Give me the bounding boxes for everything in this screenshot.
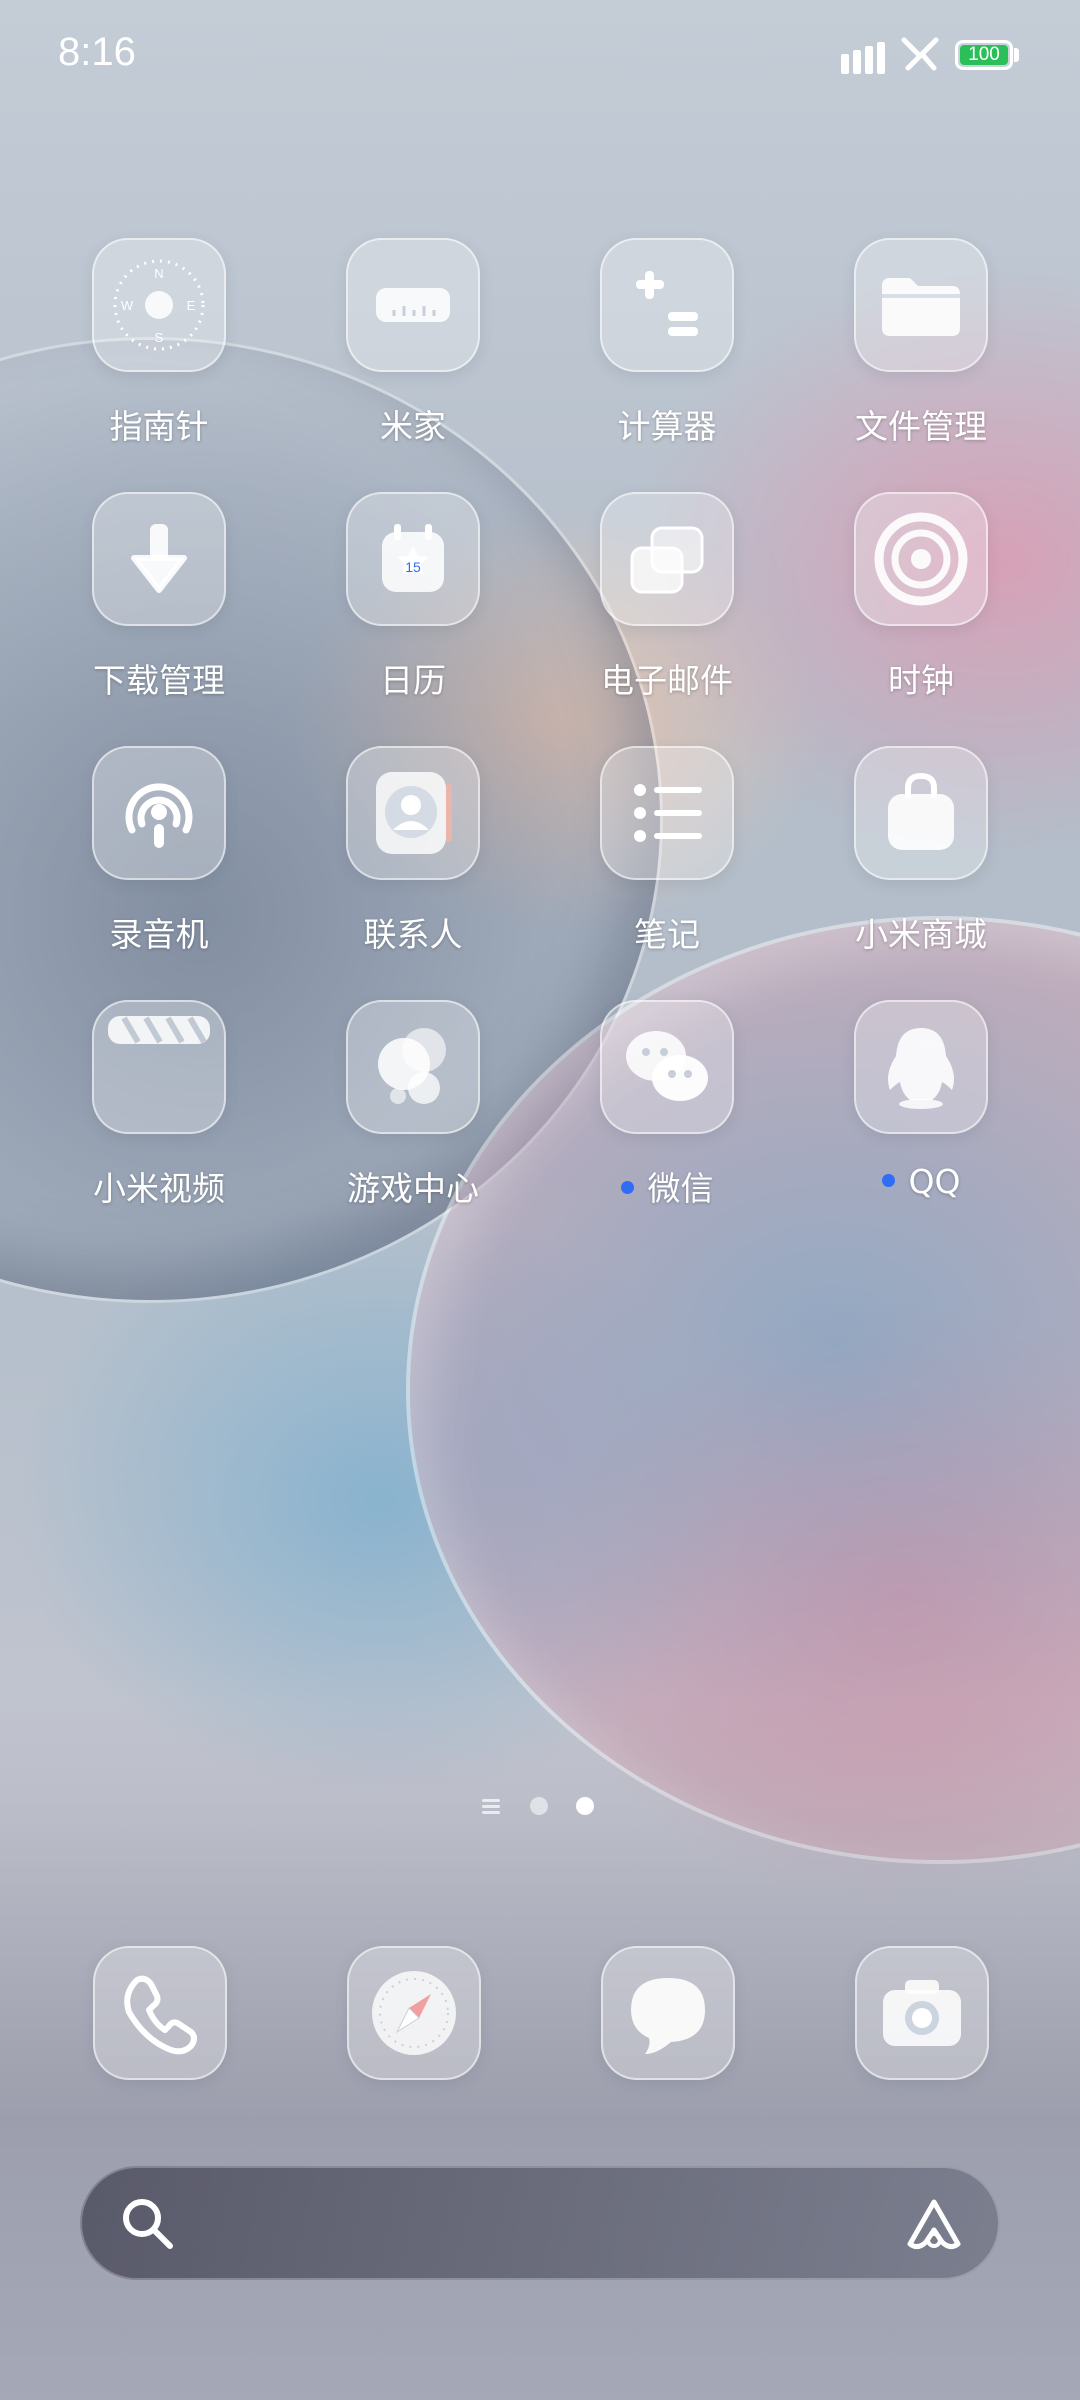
calendar-date: 15 (405, 559, 421, 575)
compass-icon: N S W E (92, 238, 226, 372)
app-label: 计算器 (617, 407, 717, 446)
battery-cap (1014, 48, 1019, 62)
app-label: 联系人 (363, 915, 463, 954)
search-bar[interactable] (80, 2166, 1000, 2280)
new-install-dot (881, 1174, 895, 1187)
browser-icon (347, 1946, 481, 2080)
app-recorder[interactable]: 录音机 (49, 746, 269, 976)
status-bar: 8:16 100 (0, 0, 1080, 110)
recorder-icon (92, 746, 226, 880)
app-compass[interactable]: N S W E 指南针 (49, 238, 269, 468)
page-list-icon (482, 1799, 500, 1814)
app-calculator[interactable]: 计算器 (557, 238, 777, 468)
app-mi-store[interactable]: 小米商城 (811, 746, 1031, 976)
app-qq[interactable]: QQ (811, 1000, 1031, 1230)
page-indicator[interactable] (480, 1796, 600, 1820)
app-label: 游戏中心 (347, 1169, 479, 1208)
app-email[interactable]: 电子邮件 (557, 492, 777, 722)
app-label: 下载管理 (93, 661, 225, 700)
app-label: 文件管理 (855, 407, 987, 446)
contacts-icon (346, 746, 480, 880)
app-label: 微信 (557, 1162, 777, 1210)
app-game-center[interactable]: 游戏中心 (303, 1000, 523, 1230)
app-download-manager[interactable]: 下载管理 (49, 492, 269, 722)
email-icon (600, 492, 734, 626)
battery-level: 100 (968, 44, 1000, 65)
app-file-manager[interactable]: 文件管理 (811, 238, 1031, 468)
app-label: QQ (811, 1162, 1031, 1201)
app-contacts[interactable]: 联系人 (303, 746, 523, 976)
dock-phone[interactable] (93, 1946, 227, 2080)
calendar-icon: 15 (346, 492, 480, 626)
search-icon[interactable] (120, 2196, 174, 2250)
battery-icon: 100 (955, 40, 1013, 70)
page-dot-1[interactable] (530, 1797, 548, 1815)
wechat-icon (600, 1000, 734, 1134)
mijia-icon (346, 238, 480, 372)
app-label: 小米视频 (93, 1169, 225, 1208)
app-label: 指南针 (109, 407, 209, 446)
app-label: 小米商城 (855, 915, 987, 954)
app-label: 米家 (380, 407, 446, 446)
app-label-text: 微信 (647, 1169, 714, 1208)
app-label-text: QQ (908, 1162, 961, 1201)
new-install-dot (620, 1181, 634, 1194)
app-label: 电子邮件 (601, 661, 733, 700)
calculator-icon (600, 238, 734, 372)
game-center-icon (346, 1000, 480, 1134)
qq-icon (854, 1000, 988, 1134)
notes-icon (600, 746, 734, 880)
app-label: 录音机 (109, 915, 209, 954)
svg-text:W: W (121, 298, 134, 313)
assistant-icon[interactable] (904, 2196, 964, 2252)
dock-camera[interactable] (855, 1946, 989, 2080)
download-icon (92, 492, 226, 626)
app-notes[interactable]: 笔记 (557, 746, 777, 976)
page-dot-2-active[interactable] (576, 1797, 594, 1815)
app-wechat[interactable]: 微信 (557, 1000, 777, 1230)
dock-messages[interactable] (601, 1946, 735, 2080)
app-calendar[interactable]: 15 日历 (303, 492, 523, 722)
signal-icon (841, 42, 885, 74)
camera-icon (855, 1946, 989, 2080)
app-mi-video[interactable]: 小米视频 (49, 1000, 269, 1230)
svg-text:S: S (155, 330, 164, 345)
app-clock[interactable]: 时钟 (811, 492, 1031, 722)
dock-browser[interactable] (347, 1946, 481, 2080)
app-label: 笔记 (634, 915, 700, 954)
app-label: 时钟 (888, 661, 954, 700)
app-mijia[interactable]: 米家 (303, 238, 523, 468)
svg-text:N: N (154, 266, 163, 281)
messages-icon (601, 1946, 735, 2080)
phone-icon (93, 1946, 227, 2080)
clock-icon (854, 492, 988, 626)
network-icon (901, 37, 939, 71)
svg-text:E: E (187, 298, 196, 313)
video-icon (92, 1000, 226, 1134)
app-label: 日历 (380, 661, 446, 700)
status-time: 8:16 (58, 30, 136, 74)
folder-icon (854, 238, 988, 372)
shop-icon (854, 746, 988, 880)
